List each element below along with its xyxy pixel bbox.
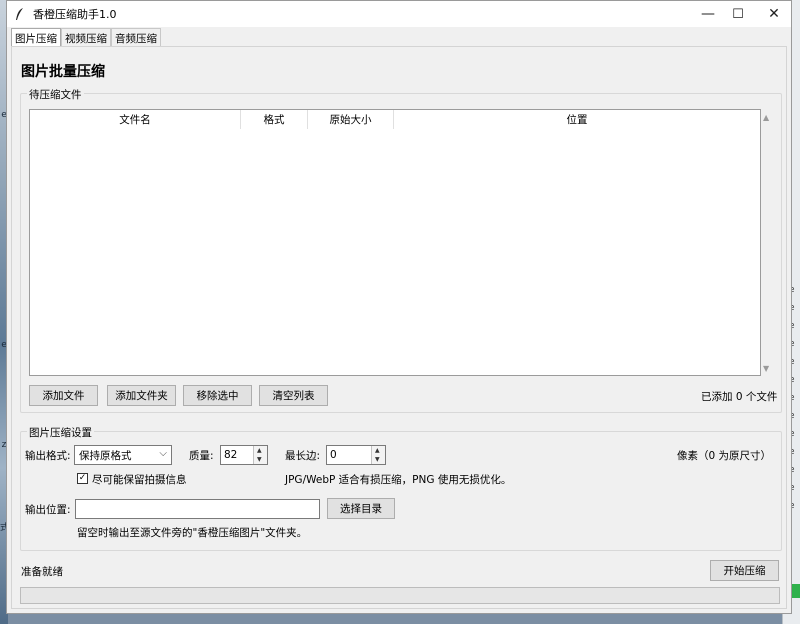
keep-exif-checkbox[interactable]: ✓ bbox=[77, 473, 88, 484]
quality-spin-arrows[interactable]: ▲ ▼ bbox=[253, 446, 267, 464]
max-side-spin-arrows[interactable]: ▲ ▼ bbox=[371, 446, 385, 464]
spin-down-icon[interactable]: ▼ bbox=[375, 456, 380, 463]
scroll-up-icon[interactable]: ▲ bbox=[763, 113, 769, 122]
choose-directory-button[interactable]: 选择目录 bbox=[327, 498, 395, 519]
output-format-value: 保持原格式 bbox=[79, 449, 132, 462]
column-header-location[interactable]: 位置 bbox=[394, 110, 760, 129]
output-location-input[interactable] bbox=[75, 499, 320, 519]
file-list-scrollbar[interactable]: ▲ ▼ bbox=[761, 109, 775, 376]
status-text: 准备就绪 bbox=[21, 566, 63, 578]
title-bar[interactable]: 香橙压缩助手1.0 — ☐ ✕ bbox=[7, 1, 791, 27]
quality-spinbox[interactable]: 82 ▲ ▼ bbox=[220, 445, 268, 465]
keep-exif-label: 尽可能保留拍摄信息 bbox=[92, 474, 187, 486]
progress-bar bbox=[20, 587, 780, 604]
pixel-hint-text: 像素（0 为原尺寸） bbox=[677, 450, 772, 462]
file-list-group: 待压缩文件 文件名 格式 原始大小 位置 ▲ ▼ 添加文件 添加文件夹 移除选中… bbox=[20, 87, 782, 413]
output-format-label: 输出格式: bbox=[25, 450, 71, 462]
close-button[interactable]: ✕ bbox=[757, 1, 791, 27]
tab-audio-compress[interactable]: 音频压缩 bbox=[111, 28, 161, 46]
minimize-button[interactable]: — bbox=[691, 1, 725, 27]
max-side-value: 0 bbox=[330, 449, 337, 461]
remove-selected-button[interactable]: 移除选中 bbox=[183, 385, 252, 406]
column-header-filename[interactable]: 文件名 bbox=[30, 110, 241, 129]
output-format-select[interactable]: 保持原格式 ⌵ bbox=[74, 445, 172, 465]
quality-value: 82 bbox=[224, 449, 238, 461]
output-hint-text: 留空时输出至源文件旁的"香橙压缩图片"文件夹。 bbox=[77, 527, 308, 539]
file-count-text: 已添加 0 个文件 bbox=[701, 391, 778, 403]
max-side-label: 最长边: bbox=[285, 450, 321, 462]
file-list-group-label: 待压缩文件 bbox=[27, 87, 84, 102]
tab-panel: 图片批量压缩 待压缩文件 文件名 格式 原始大小 位置 ▲ ▼ 添加文件 添加文… bbox=[11, 46, 787, 609]
spin-up-icon[interactable]: ▲ bbox=[257, 447, 262, 454]
column-header-format[interactable]: 格式 bbox=[241, 110, 308, 129]
page-title: 图片批量压缩 bbox=[21, 64, 105, 80]
app-window: 香橙压缩助手1.0 — ☐ ✕ 图片压缩 视频压缩 音频压缩 图片批量压缩 待压… bbox=[6, 0, 792, 614]
compress-settings-group: 图片压缩设置 输出格式: 保持原格式 ⌵ 质量: 82 ▲ ▼ 最长边: 0 ▲… bbox=[20, 425, 782, 551]
maximize-button[interactable]: ☐ bbox=[721, 1, 755, 27]
tab-video-compress[interactable]: 视频压缩 bbox=[61, 28, 111, 46]
spin-down-icon[interactable]: ▼ bbox=[257, 456, 262, 463]
quality-label: 质量: bbox=[189, 450, 214, 462]
output-location-label: 输出位置: bbox=[25, 504, 71, 516]
scroll-down-icon[interactable]: ▼ bbox=[763, 364, 769, 373]
window-title: 香橙压缩助手1.0 bbox=[33, 8, 117, 21]
spin-up-icon[interactable]: ▲ bbox=[375, 447, 380, 454]
tab-image-compress[interactable]: 图片压缩 bbox=[11, 28, 61, 47]
chevron-down-icon[interactable]: ⌵ bbox=[159, 448, 167, 459]
settings-group-label: 图片压缩设置 bbox=[27, 425, 94, 440]
format-hint-text: JPG/WebP 适合有损压缩，PNG 使用无损优化。 bbox=[285, 474, 512, 486]
tab-bar: 图片压缩 视频压缩 音频压缩 bbox=[11, 28, 161, 47]
feather-icon bbox=[16, 8, 23, 20]
start-compress-button[interactable]: 开始压缩 bbox=[710, 560, 779, 581]
add-files-button[interactable]: 添加文件 bbox=[29, 385, 98, 406]
clear-list-button[interactable]: 清空列表 bbox=[259, 385, 328, 406]
file-list-table[interactable]: 文件名 格式 原始大小 位置 bbox=[29, 109, 761, 376]
max-side-spinbox[interactable]: 0 ▲ ▼ bbox=[326, 445, 386, 465]
column-header-original-size[interactable]: 原始大小 bbox=[308, 110, 394, 129]
add-folder-button[interactable]: 添加文件夹 bbox=[107, 385, 176, 406]
